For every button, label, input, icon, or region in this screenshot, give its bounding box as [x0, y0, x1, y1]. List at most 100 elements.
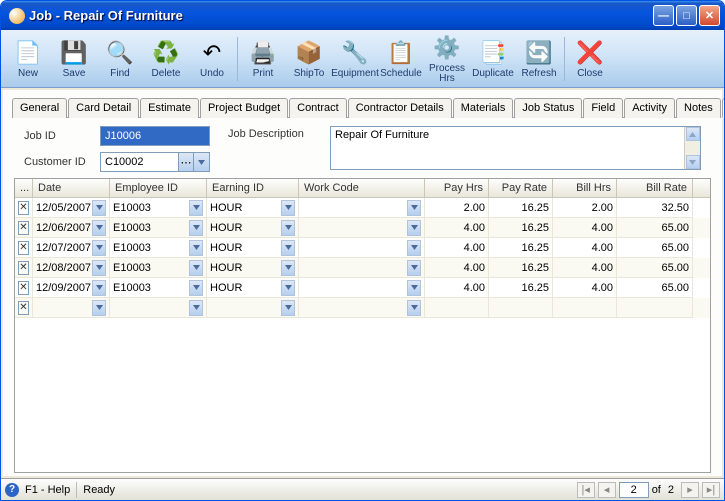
- job-desc-textarea[interactable]: Repair Of Furniture: [330, 126, 701, 170]
- new-button[interactable]: 📄New: [5, 33, 51, 85]
- close-window-button[interactable]: ✕: [699, 5, 720, 26]
- tab-general[interactable]: General: [12, 98, 67, 118]
- refresh-button[interactable]: 🔄Refresh: [516, 33, 562, 85]
- cell-earning[interactable]: HOUR: [207, 198, 299, 218]
- dropdown-icon[interactable]: [281, 260, 295, 276]
- cell-employee[interactable]: E10003: [110, 258, 207, 278]
- cell-payrate[interactable]: 16.25: [489, 198, 553, 218]
- cell-employee[interactable]: [110, 298, 207, 318]
- dropdown-icon[interactable]: [407, 280, 421, 296]
- row-delete[interactable]: ✕: [15, 198, 33, 218]
- col-earning[interactable]: Earning ID: [207, 179, 299, 197]
- delete-x-icon[interactable]: ✕: [18, 201, 29, 215]
- row-delete[interactable]: ✕: [15, 278, 33, 298]
- col-action[interactable]: ...: [15, 179, 33, 197]
- cell-payhrs[interactable]: 4.00: [425, 238, 489, 258]
- cell-billhrs[interactable]: 2.00: [553, 198, 617, 218]
- cell-payrate[interactable]: 16.25: [489, 258, 553, 278]
- cell-date[interactable]: 12/07/2007: [33, 238, 110, 258]
- cell-billhrs[interactable]: [553, 298, 617, 318]
- cell-workcode[interactable]: [299, 218, 425, 238]
- tab-job-status[interactable]: Job Status: [514, 98, 582, 118]
- cell-date[interactable]: 12/05/2007: [33, 198, 110, 218]
- delete-x-icon[interactable]: ✕: [18, 301, 29, 315]
- print-button[interactable]: 🖨️Print: [240, 33, 286, 85]
- col-date[interactable]: Date: [33, 179, 110, 197]
- pager-current[interactable]: [619, 482, 649, 498]
- job-id-input[interactable]: [100, 126, 210, 146]
- processhrs-button[interactable]: ⚙️Process Hrs: [424, 33, 470, 85]
- dropdown-icon[interactable]: [189, 300, 203, 316]
- tab-estimate[interactable]: Estimate: [140, 98, 199, 118]
- pager-first[interactable]: |◂: [577, 482, 595, 498]
- save-button[interactable]: 💾Save: [51, 33, 97, 85]
- pager-last[interactable]: ▸|: [702, 482, 720, 498]
- duplicate-button[interactable]: 📑Duplicate: [470, 33, 516, 85]
- schedule-button[interactable]: 📋Schedule: [378, 33, 424, 85]
- dropdown-icon[interactable]: [281, 280, 295, 296]
- cell-date[interactable]: 12/06/2007: [33, 218, 110, 238]
- customer-id-input[interactable]: [100, 152, 178, 172]
- dropdown-icon[interactable]: [189, 240, 203, 256]
- delete-x-icon[interactable]: ✕: [18, 281, 29, 295]
- tab-materials[interactable]: Materials: [453, 98, 514, 118]
- customer-dropdown-button[interactable]: [194, 152, 210, 172]
- cell-billhrs[interactable]: 4.00: [553, 238, 617, 258]
- dropdown-icon[interactable]: [92, 240, 106, 256]
- close-button[interactable]: ❌Close: [567, 33, 613, 85]
- dropdown-icon[interactable]: [281, 220, 295, 236]
- minimize-button[interactable]: —: [653, 5, 674, 26]
- pager-prev[interactable]: ◂: [598, 482, 616, 498]
- dropdown-icon[interactable]: [189, 200, 203, 216]
- tab-project-budget[interactable]: Project Budget: [200, 98, 288, 118]
- tab-notes[interactable]: Notes: [676, 98, 721, 118]
- scroll-down-icon[interactable]: [686, 155, 700, 169]
- pager-next[interactable]: ▸: [681, 482, 699, 498]
- cell-payhrs[interactable]: 2.00: [425, 198, 489, 218]
- cell-billhrs[interactable]: 4.00: [553, 278, 617, 298]
- cell-earning[interactable]: HOUR: [207, 258, 299, 278]
- cell-workcode[interactable]: [299, 238, 425, 258]
- cell-billrate[interactable]: 32.50: [617, 198, 693, 218]
- customer-id-combo[interactable]: ⋯: [100, 152, 210, 172]
- cell-employee[interactable]: E10003: [110, 218, 207, 238]
- dropdown-icon[interactable]: [189, 280, 203, 296]
- dropdown-icon[interactable]: [407, 240, 421, 256]
- cell-payhrs[interactable]: 4.00: [425, 258, 489, 278]
- tab-contractor-details[interactable]: Contractor Details: [348, 98, 452, 118]
- delete-x-icon[interactable]: ✕: [18, 221, 29, 235]
- cell-earning[interactable]: HOUR: [207, 278, 299, 298]
- delete-button[interactable]: ♻️Delete: [143, 33, 189, 85]
- dropdown-icon[interactable]: [92, 220, 106, 236]
- cell-billhrs[interactable]: 4.00: [553, 258, 617, 278]
- row-delete[interactable]: ✕: [15, 298, 33, 318]
- dropdown-icon[interactable]: [407, 300, 421, 316]
- cell-workcode[interactable]: [299, 278, 425, 298]
- cell-earning[interactable]: [207, 298, 299, 318]
- cell-date[interactable]: 12/08/2007: [33, 258, 110, 278]
- undo-button[interactable]: ↶Undo: [189, 33, 235, 85]
- cell-payrate[interactable]: 16.25: [489, 238, 553, 258]
- col-billrate[interactable]: Bill Rate: [617, 179, 693, 197]
- delete-x-icon[interactable]: ✕: [18, 261, 29, 275]
- cell-workcode[interactable]: [299, 298, 425, 318]
- dropdown-icon[interactable]: [92, 260, 106, 276]
- cell-billrate[interactable]: 65.00: [617, 218, 693, 238]
- col-employee[interactable]: Employee ID: [110, 179, 207, 197]
- cell-payrate[interactable]: 16.25: [489, 278, 553, 298]
- cell-workcode[interactable]: [299, 258, 425, 278]
- delete-x-icon[interactable]: ✕: [18, 241, 29, 255]
- desc-scrollbar[interactable]: [684, 127, 700, 169]
- row-delete[interactable]: ✕: [15, 218, 33, 238]
- col-payrate[interactable]: Pay Rate: [489, 179, 553, 197]
- cell-workcode[interactable]: [299, 198, 425, 218]
- cell-employee[interactable]: E10003: [110, 278, 207, 298]
- dropdown-icon[interactable]: [189, 260, 203, 276]
- col-billhrs[interactable]: Bill Hrs: [553, 179, 617, 197]
- customer-lookup-button[interactable]: ⋯: [178, 152, 194, 172]
- cell-employee[interactable]: E10003: [110, 238, 207, 258]
- row-delete[interactable]: ✕: [15, 238, 33, 258]
- cell-payhrs[interactable]: 4.00: [425, 278, 489, 298]
- cell-payrate[interactable]: 16.25: [489, 218, 553, 238]
- cell-date[interactable]: [33, 298, 110, 318]
